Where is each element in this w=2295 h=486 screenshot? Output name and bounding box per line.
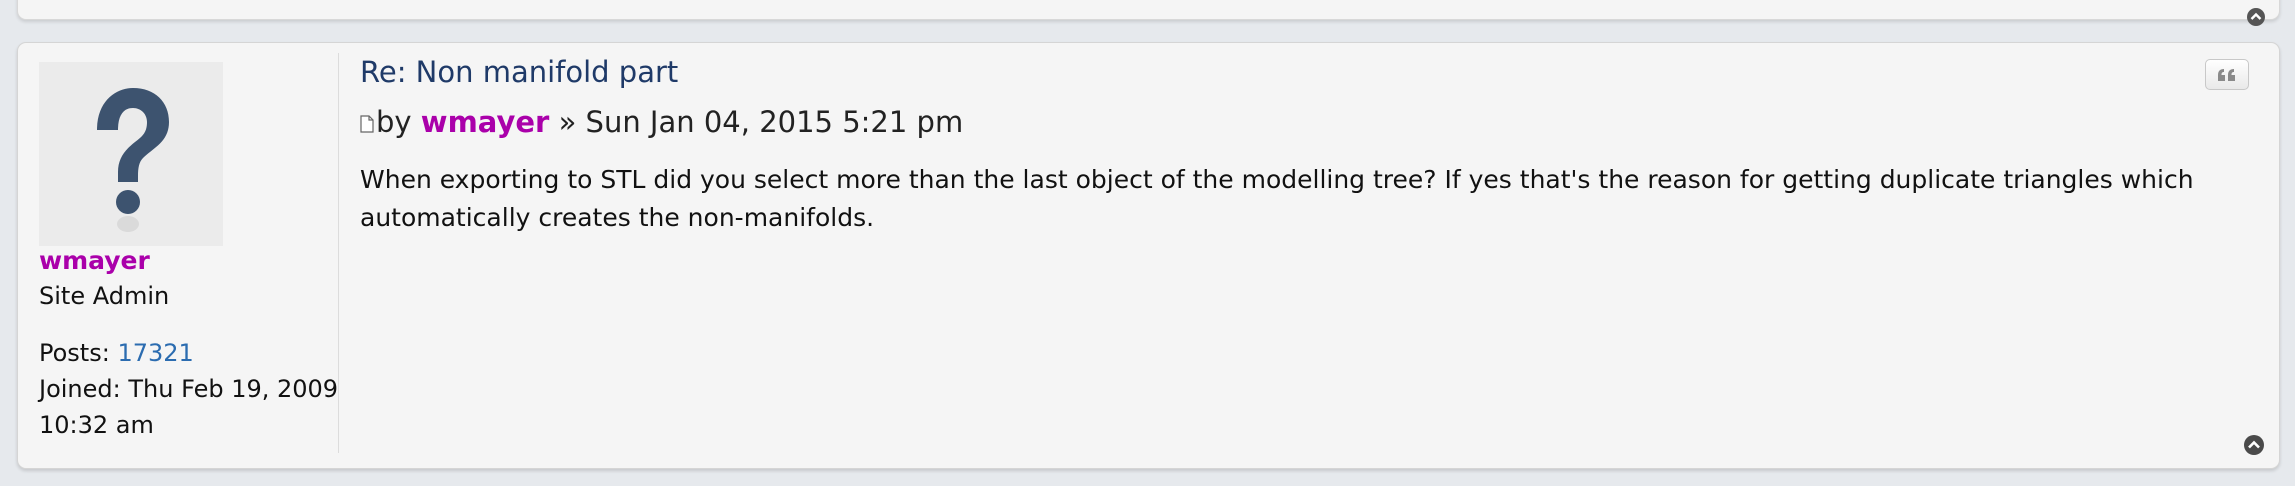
profile-rank: Site Admin	[39, 282, 170, 310]
profile-username-link[interactable]: wmayer	[39, 246, 150, 275]
post-by-label: by	[376, 105, 421, 139]
previous-post-panel	[17, 0, 2280, 26]
post-title-link[interactable]: Re: Non manifold part	[360, 55, 678, 89]
back-to-top-icon[interactable]	[2243, 434, 2265, 456]
question-mark-icon	[97, 88, 169, 232]
joined-label: Joined:	[39, 375, 129, 403]
quote-button[interactable]	[2205, 59, 2249, 90]
profile-joined: Joined: Thu Feb 19, 2009 10:32 am	[39, 371, 339, 443]
posts-label: Posts:	[39, 339, 118, 367]
post-datetime: Sun Jan 04, 2015 5:21 pm	[585, 105, 964, 139]
back-to-top-icon[interactable]	[2246, 7, 2266, 27]
post-body: Re: Non manifold part by wmayer » Sun Ja…	[360, 43, 2279, 468]
post-panel: wmayer Site Admin Posts: 17321 Joined: T…	[17, 42, 2280, 469]
post-author-line: by wmayer » Sun Jan 04, 2015 5:21 pm	[360, 105, 963, 139]
quote-icon	[2218, 68, 2235, 81]
post-meta-separator: »	[549, 105, 586, 139]
profile-divider	[338, 53, 339, 453]
document-icon[interactable]	[360, 115, 374, 133]
posts-count-link[interactable]: 17321	[117, 339, 193, 367]
post-author-link[interactable]: wmayer	[421, 105, 550, 139]
post-content: When exporting to STL did you select mor…	[360, 165, 2194, 232]
profile-posts: Posts: 17321	[39, 335, 339, 371]
post-profile: wmayer Site Admin Posts: 17321 Joined: T…	[18, 43, 338, 468]
avatar[interactable]	[39, 62, 223, 246]
